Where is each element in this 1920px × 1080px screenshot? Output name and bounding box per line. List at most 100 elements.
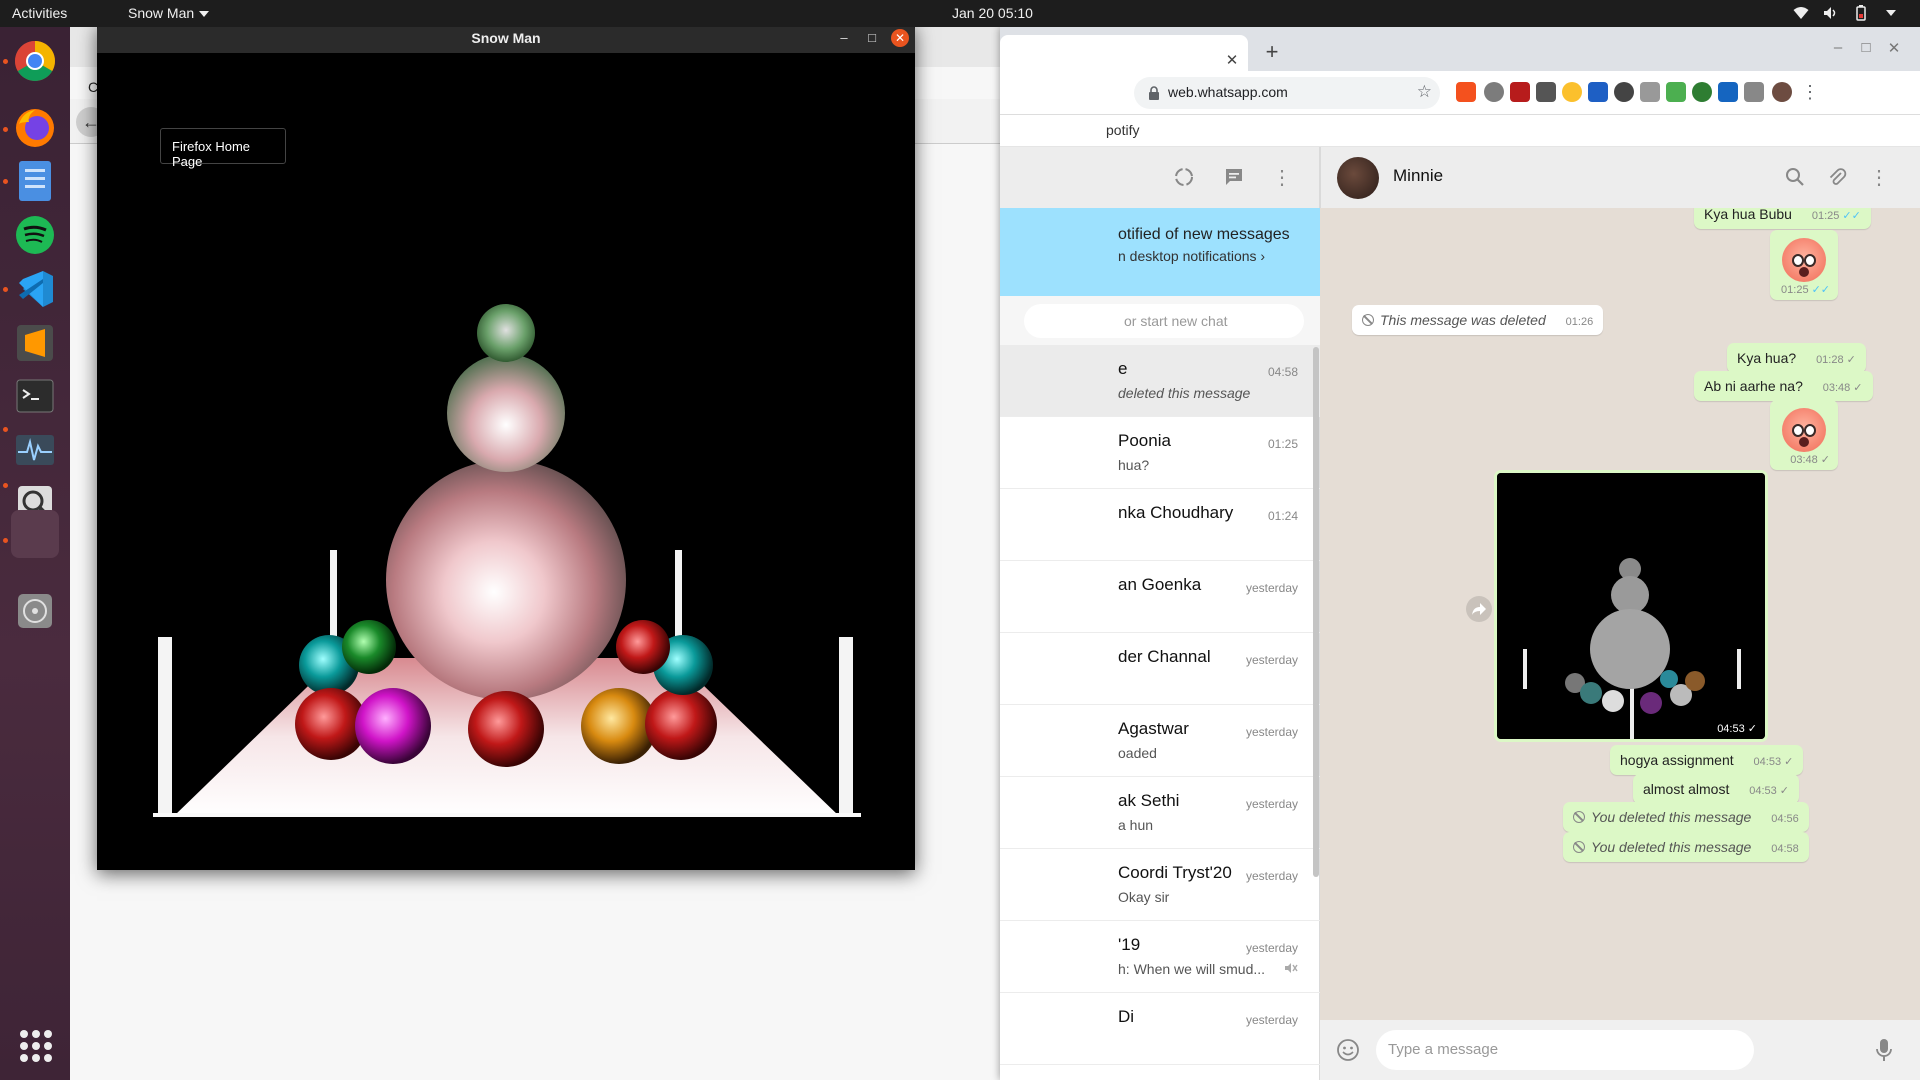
search-icon[interactable] (1783, 165, 1807, 189)
notification-link[interactable]: n desktop notifications › (1118, 248, 1320, 264)
chat-list-item[interactable]: ak Sethi a hun yesterday (1000, 777, 1320, 849)
app-menu[interactable]: Snow Man (128, 5, 210, 21)
message-bubble[interactable]: Ab ni aarhe na? 03:48 ✓ (1694, 371, 1873, 401)
search-input[interactable]: or start new chat (1024, 304, 1304, 338)
extension-icon[interactable] (1692, 82, 1712, 102)
chat-list-item[interactable]: Poonia hua? 01:25 (1000, 417, 1320, 489)
bookmark-spotify[interactable]: potify (1106, 122, 1139, 138)
firefox-icon[interactable] (11, 104, 59, 152)
bookmark-star-icon[interactable]: ☆ (1417, 82, 1432, 102)
sticker-bubble[interactable]: 01:25 ✓✓ (1770, 230, 1838, 300)
maximize-icon[interactable]: □ (863, 29, 881, 47)
clock[interactable]: Jan 20 05:10 (952, 5, 1033, 21)
chat-name: ak Sethi (1118, 791, 1180, 810)
contact-avatar[interactable] (1337, 157, 1379, 199)
new-tab-icon[interactable]: + (1260, 41, 1284, 65)
chat-time: yesterday (1245, 725, 1298, 739)
chat-list-item[interactable]: an Goenka yesterday (1000, 561, 1320, 633)
show-applications-icon[interactable] (20, 1030, 52, 1062)
close-tab-icon[interactable]: ✕ (1222, 51, 1242, 71)
whatsapp-tab[interactable]: ✕ (1000, 35, 1248, 71)
conversation-panel: Minnie ⋮ Kya hua Bubu 01:25✓✓ 01:25✓✓ (1320, 147, 1920, 1080)
chrome-tab-strip: ✕ + – □ ✕ (1000, 27, 1920, 71)
chat-list-item[interactable]: Di yesterday (1000, 993, 1320, 1065)
chrome-icon[interactable] (11, 37, 59, 85)
battery-icon (1852, 4, 1870, 22)
conversation-header[interactable]: Minnie ⋮ (1320, 147, 1920, 208)
extension-icon[interactable] (1614, 82, 1634, 102)
pdf-extension-icon[interactable] (1510, 82, 1530, 102)
new-chat-icon[interactable] (1222, 165, 1246, 189)
extension-icon[interactable] (1588, 82, 1608, 102)
running-indicator (3, 427, 8, 432)
forward-icon[interactable] (1466, 596, 1492, 622)
minimize-icon[interactable]: – (1828, 39, 1848, 56)
files-icon[interactable] (11, 157, 59, 205)
chat-list-scrollbar[interactable] (1313, 347, 1319, 877)
chat-list-item[interactable]: '19 h: When we will smud... yesterday (1000, 921, 1320, 993)
extension-icon[interactable] (1640, 82, 1660, 102)
message-bubble[interactable]: almost almost 04:53 ✓ (1633, 774, 1799, 804)
message-text: Ab ni aarhe na? (1704, 378, 1803, 394)
sublime-icon[interactable] (11, 319, 59, 367)
snowman-app-icon[interactable] (11, 510, 59, 558)
chat-time: yesterday (1245, 581, 1298, 595)
address-bar[interactable]: web.whatsapp.com ☆ (1134, 77, 1440, 109)
chat-list-item[interactable]: der Channal yesterday (1000, 633, 1320, 705)
extension-icon[interactable] (1666, 82, 1686, 102)
extension-icon[interactable] (1744, 82, 1764, 102)
snowman-render-canvas[interactable] (97, 53, 915, 870)
message-bubble[interactable]: Kya hua? 01:28 ✓ (1727, 343, 1866, 373)
kebab-menu-icon[interactable]: ⋮ (1800, 82, 1820, 102)
extension-icon[interactable] (1536, 82, 1556, 102)
notification-banner[interactable]: otified of new messages n desktop notifi… (1000, 208, 1320, 296)
maximize-icon[interactable]: □ (1856, 39, 1876, 56)
snowman-screenshot-image[interactable]: 04:53 ✓ (1497, 473, 1765, 739)
chat-list-item[interactable]: Coordi Tryst'20 Okay sir yesterday (1000, 849, 1320, 921)
close-window-icon[interactable]: ✕ (1884, 39, 1904, 57)
message-bubble[interactable]: Kya hua Bubu 01:25 ✓✓ (1694, 208, 1871, 229)
profile-avatar[interactable] (1772, 82, 1792, 102)
activities-button[interactable]: Activities (12, 5, 67, 21)
menu-icon[interactable]: ⋮ (1270, 165, 1294, 189)
running-indicator (3, 127, 8, 132)
close-icon[interactable]: ✕ (891, 29, 909, 47)
chat-list-item[interactable]: nka Choudhary 01:24 (1000, 489, 1320, 561)
vscode-icon[interactable] (11, 265, 59, 313)
image-time: 04:53 ✓ (1717, 723, 1757, 735)
app-menu-label: Snow Man (128, 5, 195, 21)
microphone-icon[interactable] (1872, 1038, 1896, 1062)
message-input[interactable]: Type a message (1376, 1030, 1754, 1070)
chat-time: yesterday (1245, 869, 1298, 883)
contact-name[interactable]: Minnie (1393, 166, 1443, 186)
extension-icon[interactable] (1562, 82, 1582, 102)
deleted-message-bubble[interactable]: This message was deleted 01:26 (1352, 305, 1604, 335)
message-list[interactable]: Kya hua Bubu 01:25 ✓✓ 01:25 ✓✓ This messag… (1320, 208, 1920, 1020)
extension-icon[interactable] (1718, 82, 1738, 102)
chat-list-item[interactable]: Agastwar oaded yesterday (1000, 705, 1320, 777)
status-icon[interactable] (1172, 165, 1196, 189)
emoji-icon[interactable] (1336, 1038, 1360, 1062)
muted-icon (1284, 961, 1298, 978)
url-text: web.whatsapp.com (1168, 84, 1288, 100)
minimize-icon[interactable]: – (835, 29, 853, 47)
extension-icon[interactable] (1484, 82, 1504, 102)
window-titlebar[interactable]: Snow Man – □ ✕ (97, 23, 915, 53)
spotify-icon[interactable] (11, 211, 59, 259)
message-bubble[interactable]: hogya assignment 04:53 ✓ (1610, 745, 1804, 775)
running-indicator (3, 538, 8, 543)
deleted-message-bubble[interactable]: You deleted this message 04:58 (1563, 832, 1809, 862)
conversation-menu-icon[interactable]: ⋮ (1867, 165, 1891, 189)
image-message-bubble[interactable]: 04:53 ✓ (1494, 470, 1768, 742)
deleted-message-bubble[interactable]: You deleted this message 04:56 (1563, 802, 1809, 832)
terminal-icon[interactable] (11, 372, 59, 420)
sent-tick-icon: ✓ (1820, 454, 1830, 466)
disks-icon[interactable] (11, 587, 59, 635)
sticker-bubble[interactable]: 03:48 ✓ (1770, 400, 1838, 470)
extension-icon[interactable] (1456, 82, 1476, 102)
system-tray[interactable] (1792, 4, 1900, 22)
chat-preview: Okay sir (1118, 889, 1170, 905)
chat-list-item[interactable]: e deleted this message 04:58 (1000, 345, 1320, 417)
attach-icon[interactable] (1825, 165, 1849, 189)
system-monitor-icon[interactable] (11, 426, 59, 474)
